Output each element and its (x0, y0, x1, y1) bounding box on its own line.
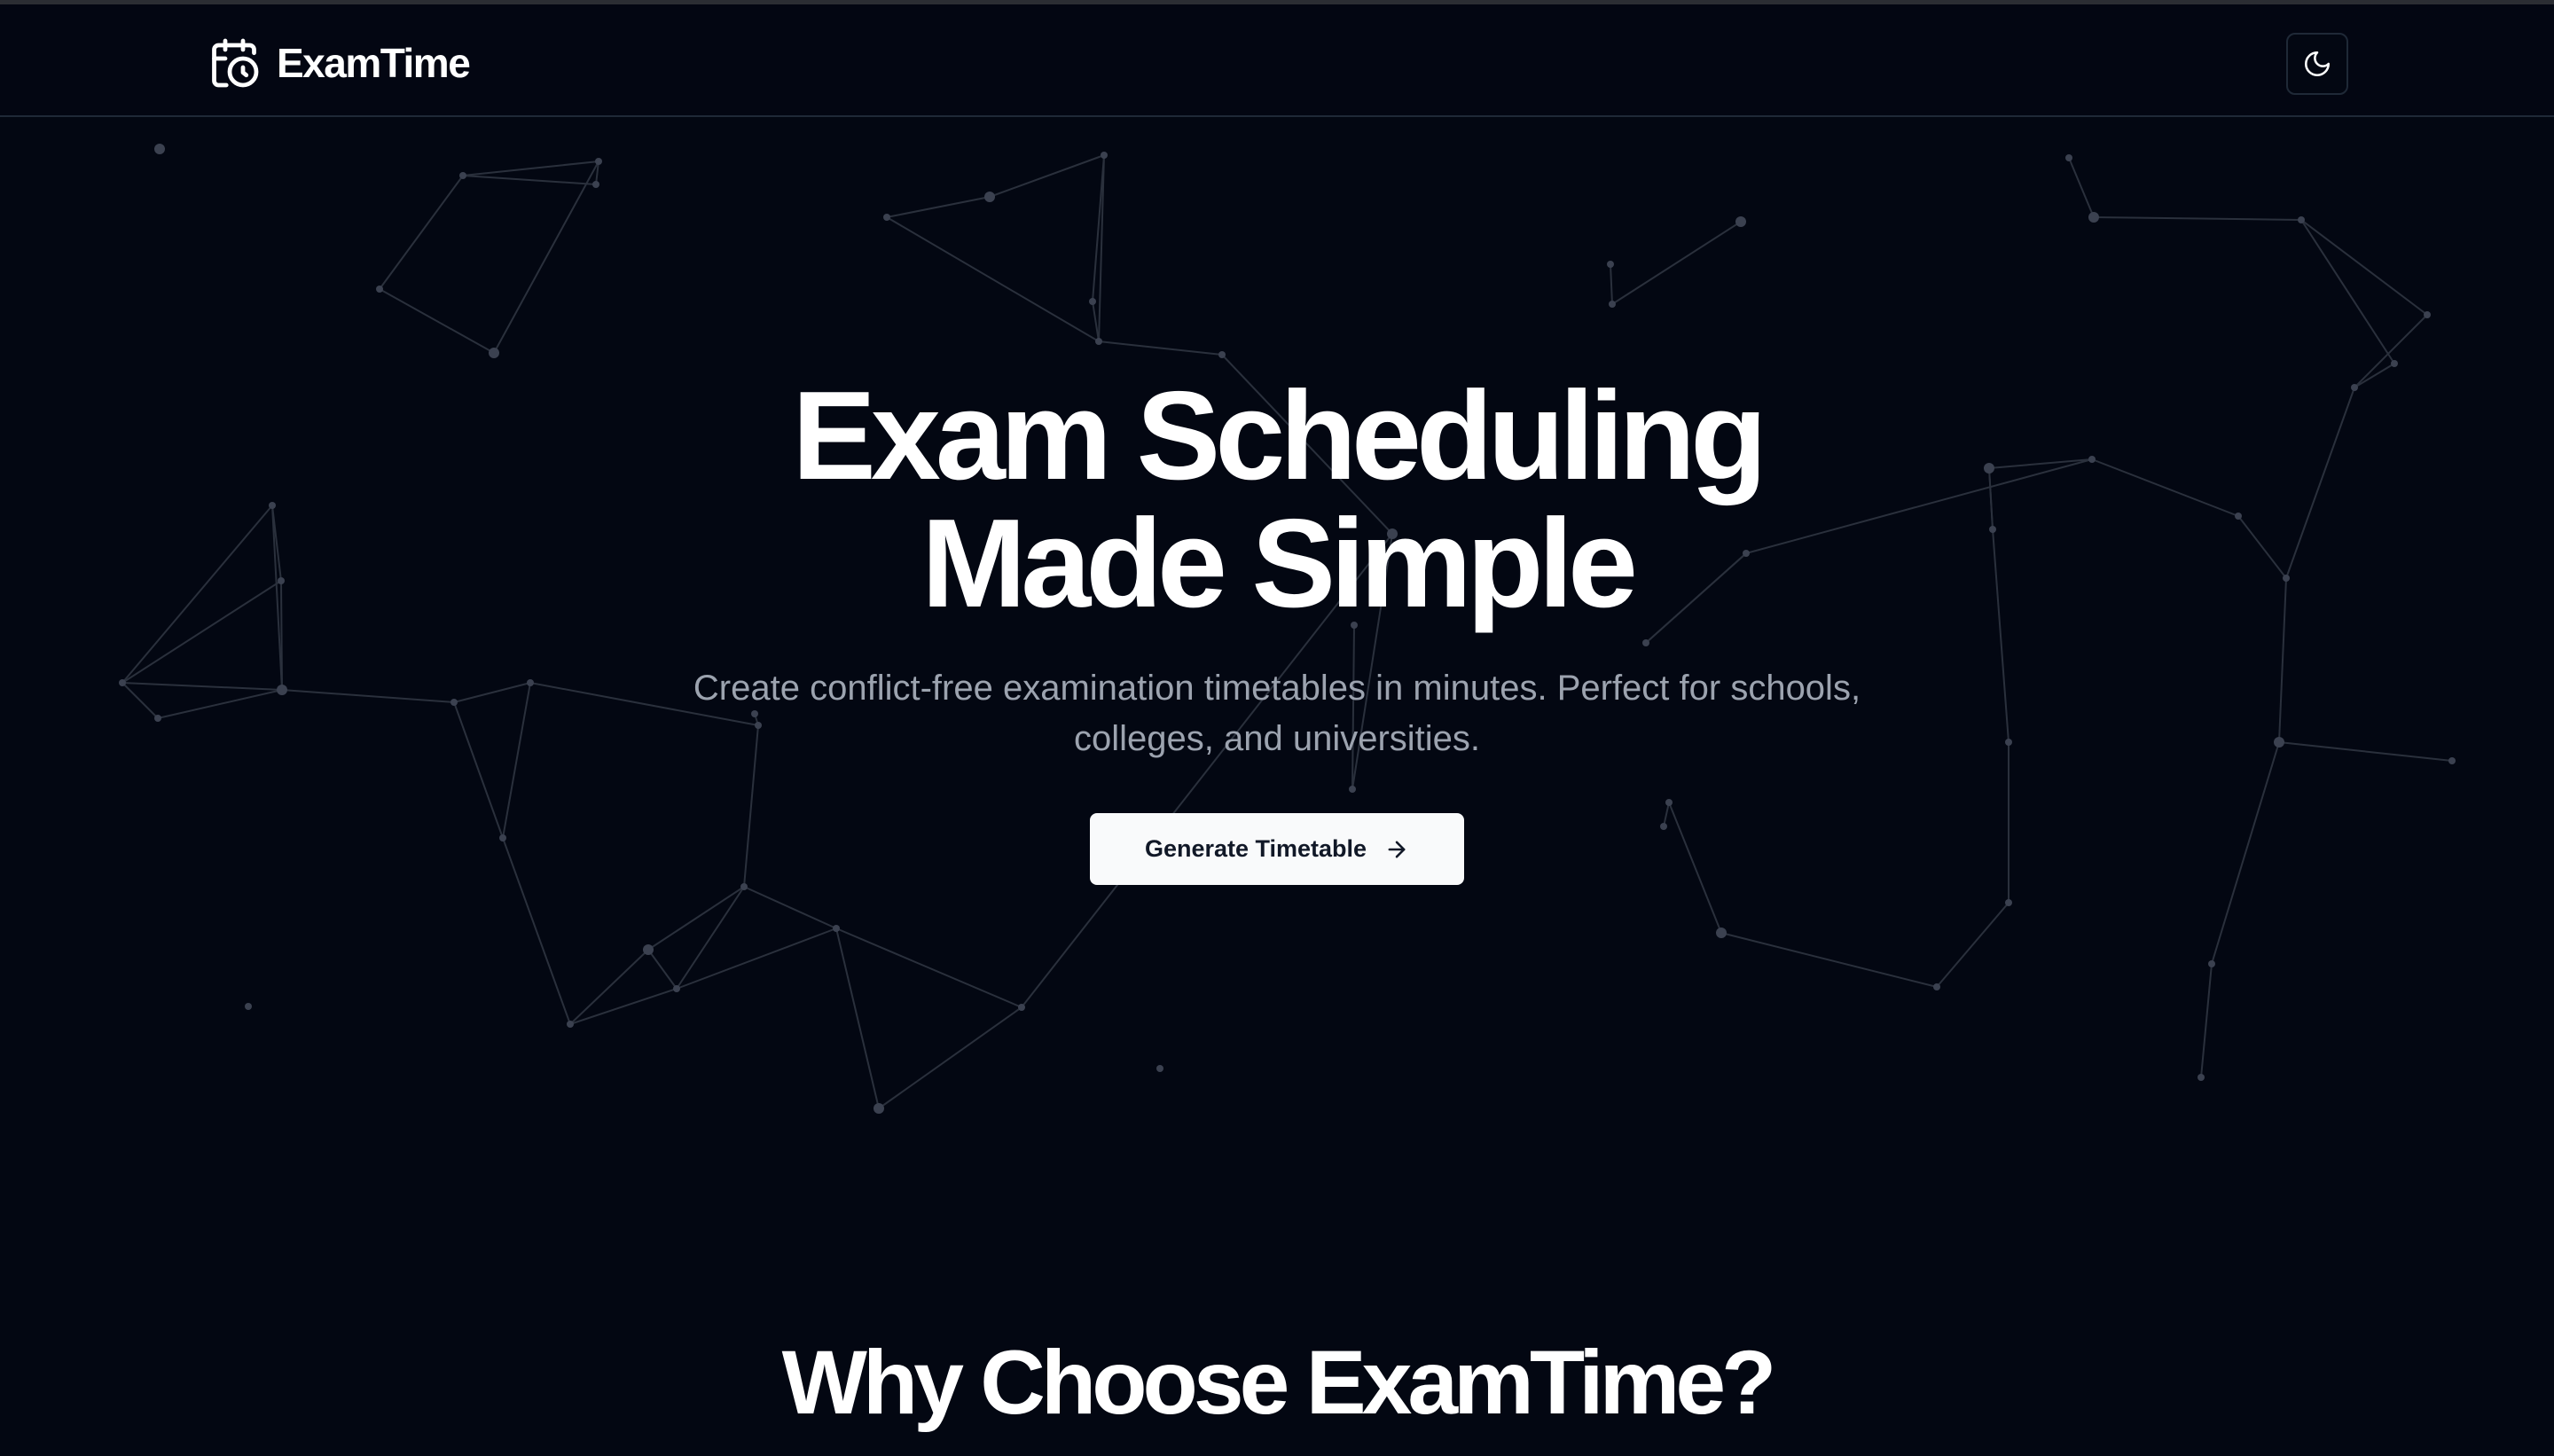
network-node (673, 985, 680, 992)
network-node (1607, 261, 1614, 268)
network-node (489, 348, 499, 358)
network-link (1663, 802, 1670, 827)
network-node (1101, 152, 1108, 159)
navbar: ExamTime (0, 4, 2554, 117)
network-link (1720, 932, 1938, 988)
network-node (1349, 786, 1356, 793)
network-link (835, 928, 1022, 1008)
network-node (1665, 799, 1673, 806)
network-link (1098, 341, 1223, 356)
network-node (567, 1021, 574, 1028)
network-link (989, 154, 1105, 198)
network-link (743, 886, 837, 929)
network-node (874, 1103, 884, 1114)
network-node (1716, 928, 1727, 938)
network-node (2198, 1074, 2205, 1081)
network-link (676, 928, 837, 990)
network-link (647, 886, 745, 951)
network-link (878, 1006, 1022, 1109)
network-link (1936, 902, 2010, 988)
hero-subtitle: Create conflict-free examination timetab… (693, 669, 1861, 758)
network-link (569, 988, 678, 1025)
network-node (1609, 301, 1616, 308)
network-link (502, 837, 571, 1025)
network-link (462, 160, 599, 176)
network-node (1218, 351, 1226, 358)
generate-timetable-label: Generate Timetable (1144, 835, 1367, 862)
calendar-clock-icon (212, 38, 259, 88)
network-link (569, 949, 649, 1025)
network-node (1095, 338, 1102, 345)
network-node (984, 192, 995, 202)
network-link (647, 949, 678, 990)
network-node (2005, 899, 2012, 906)
network-node (1933, 983, 1940, 990)
network-node (592, 181, 599, 188)
network-link (379, 288, 495, 354)
network-node (595, 158, 602, 165)
network-node (376, 286, 383, 293)
network-link (1611, 221, 1742, 305)
network-link (595, 160, 599, 185)
network-node (2391, 360, 2398, 367)
hero-title: Exam Scheduling Made Simple (0, 372, 2554, 628)
network-node (1156, 1065, 1163, 1072)
network-link (462, 175, 597, 185)
network-node (2424, 311, 2431, 318)
network-node (1660, 823, 1667, 830)
network-link (835, 928, 880, 1109)
network-link (2200, 963, 2213, 1078)
network-link (2093, 216, 2302, 221)
network-node (1089, 298, 1096, 305)
network-node (2088, 212, 2099, 223)
network-link (886, 196, 991, 218)
network-link (493, 160, 599, 354)
network-node (643, 944, 654, 955)
brand-logo-link[interactable]: ExamTime (208, 35, 471, 91)
theme-toggle-button[interactable] (2286, 33, 2348, 95)
network-node (2298, 216, 2305, 223)
network-link (379, 175, 464, 290)
brand-name: ExamTime (277, 40, 471, 86)
network-link (2300, 219, 2428, 316)
generate-timetable-button[interactable]: Generate Timetable (1090, 813, 1464, 885)
hero-section: Exam Scheduling Made Simple Create confl… (0, 372, 2554, 764)
network-link (1092, 301, 1100, 342)
network-node (499, 834, 506, 842)
network-link (2300, 219, 2395, 364)
network-link (1092, 154, 1105, 302)
network-node (883, 214, 890, 221)
network-node (2208, 960, 2215, 967)
hero-title-line-2: Made Simple (921, 493, 1638, 634)
network-link (1098, 154, 1105, 342)
network-node (245, 1003, 252, 1010)
network-node (459, 172, 466, 179)
network-link (1668, 802, 1722, 934)
features-heading: Why Choose ExamTime? (781, 1332, 1777, 1433)
network-link (886, 216, 1100, 342)
arrow-right-icon (1388, 841, 1406, 857)
network-node (833, 925, 840, 932)
moon-icon (2304, 51, 2331, 77)
hero-title-line-1: Exam Scheduling (792, 365, 1767, 506)
network-node (1735, 216, 1746, 227)
network-link (676, 886, 745, 990)
network-link (2211, 741, 2280, 965)
network-node (154, 144, 165, 154)
network-node (740, 883, 748, 890)
network-link (2068, 157, 2095, 218)
network-link (1610, 263, 1613, 305)
network-node (1018, 1004, 1025, 1011)
network-node (2065, 154, 2072, 161)
